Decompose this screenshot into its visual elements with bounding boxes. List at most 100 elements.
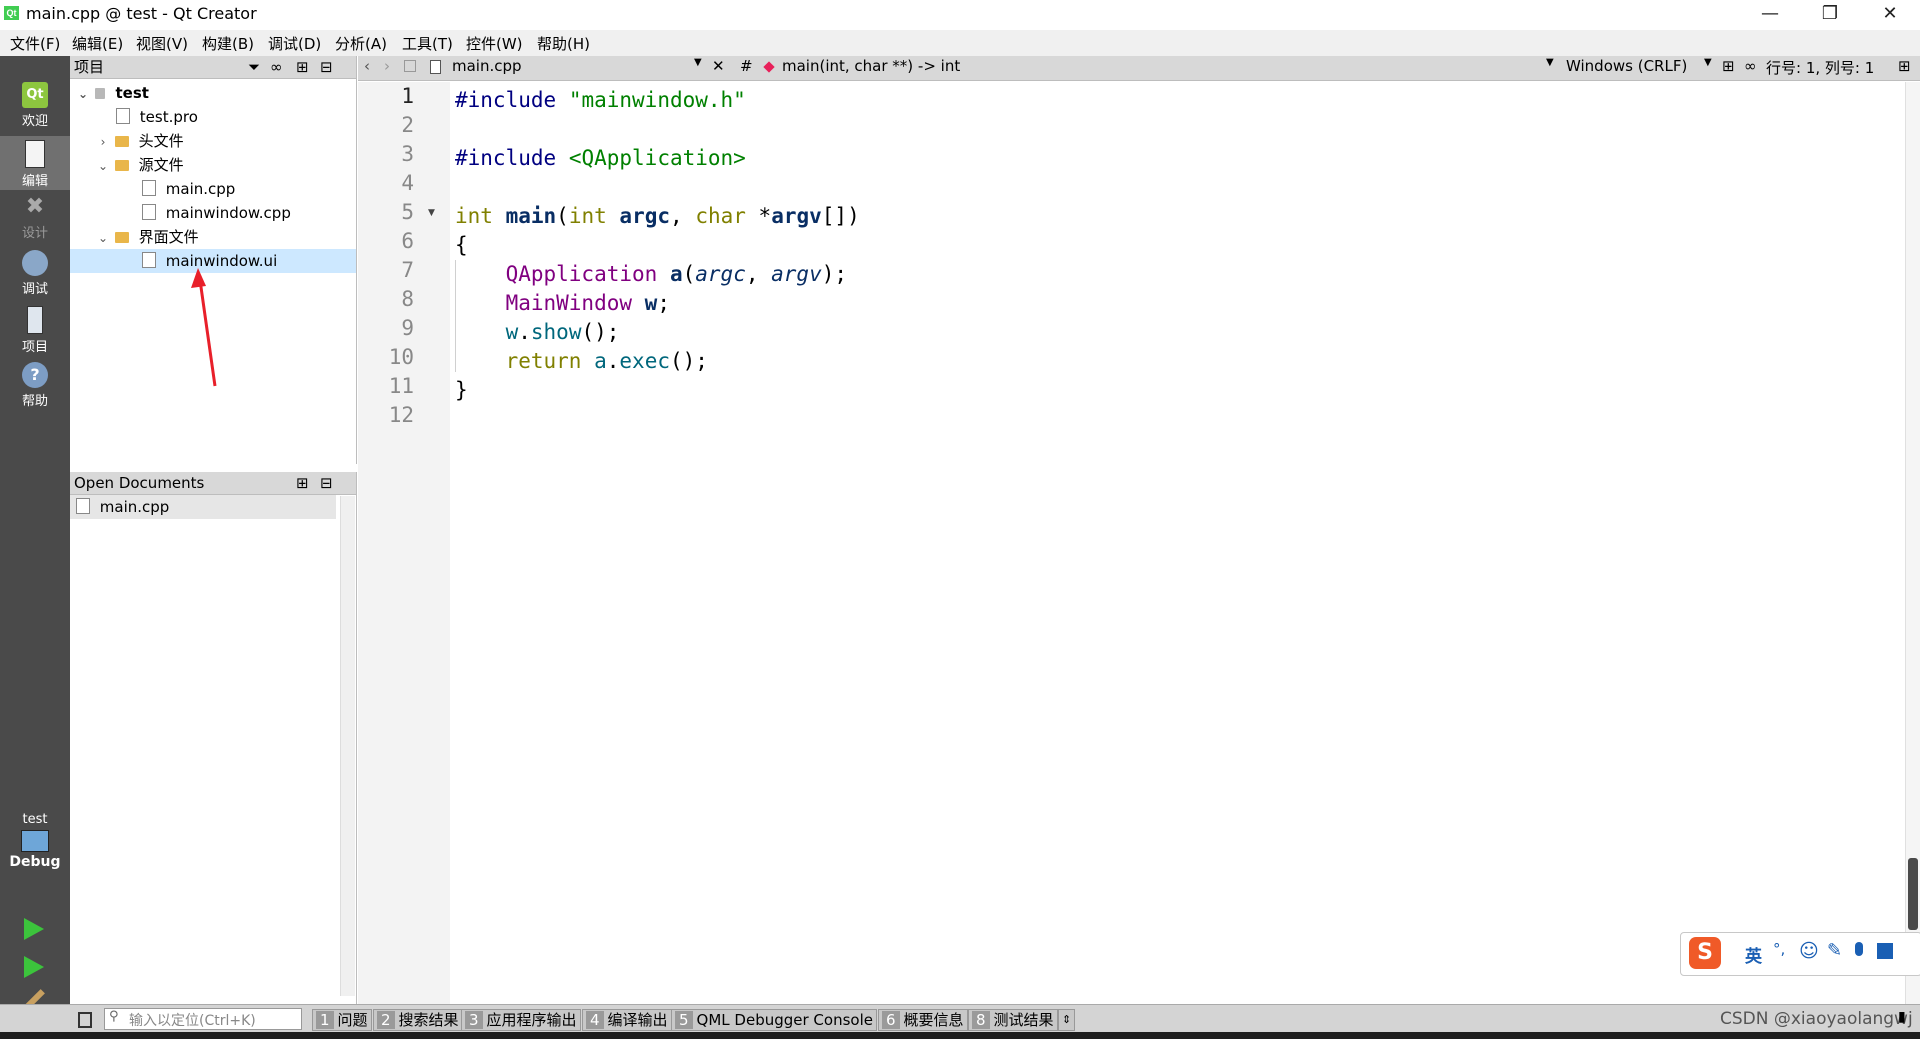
locator-input[interactable]: ⚲ 输入以定位(Ctrl+K) <box>104 1008 302 1030</box>
search-icon: ⚲ <box>109 1009 119 1024</box>
filter-icon[interactable]: ⏷ <box>248 56 260 78</box>
open-document-item[interactable]: main.cpp <box>70 495 336 519</box>
tree-label: mainwindow.cpp <box>165 204 291 222</box>
forward-arrow-icon[interactable]: › <box>384 57 390 75</box>
open-documents-header: Open Documents ⊞ ⊟ <box>70 472 356 495</box>
mode-projects[interactable]: 项目 <box>0 306 70 358</box>
menu-help[interactable]: 帮助(H) <box>537 33 590 54</box>
symbol-selector[interactable]: main(int, char **) -> int <box>782 57 960 75</box>
tree-item-file[interactable]: test.pro <box>70 105 356 129</box>
taskbar-strip <box>0 1032 1920 1039</box>
scrollbar[interactable] <box>340 496 355 996</box>
qt-logo-icon: Qt <box>22 82 48 108</box>
toolbox-icon[interactable] <box>1877 943 1893 959</box>
line-number: 3 <box>401 142 414 166</box>
output-tab-general-messages[interactable]: 6 概要信息 <box>878 1009 968 1031</box>
more-tabs-button[interactable]: ⇕ <box>1058 1009 1076 1031</box>
window-title: main.cpp @ test - Qt Creator <box>26 4 257 23</box>
status-bar: ⚲ 输入以定位(Ctrl+K) 1 问题 2 搜索结果 3 应用程序输出 4 编译输出 … <box>0 1004 1920 1033</box>
tree-item-project[interactable]: ⌄ test <box>70 81 356 105</box>
mode-welcome[interactable]: Qt 欢迎 <box>0 82 70 134</box>
chevron-down-icon[interactable]: ⌄ <box>96 226 110 250</box>
back-arrow-icon[interactable]: ‹ <box>364 57 370 75</box>
chevron-down-icon[interactable]: ▼ <box>1546 57 1554 68</box>
sogou-logo-icon[interactable]: S <box>1689 937 1721 969</box>
ime-punct-toggle[interactable]: °, <box>1773 940 1785 958</box>
tree-item-file[interactable]: main.cpp <box>70 177 356 201</box>
split-icon[interactable]: ⊞ <box>296 56 309 78</box>
menu-debug[interactable]: 调试(D) <box>268 33 321 54</box>
projects-pane-title: 项目 <box>74 58 105 76</box>
line-number: 10 <box>388 345 414 369</box>
ime-lang-toggle[interactable]: 英 <box>1745 942 1762 967</box>
edit-doc-icon <box>25 140 45 168</box>
tree-item-folder[interactable]: › 头文件 <box>70 129 356 153</box>
toggle-output-icon[interactable]: ▮ <box>1898 1009 1906 1025</box>
debug-bug-icon <box>22 250 48 276</box>
mode-help[interactable]: ? 帮助 <box>0 362 70 414</box>
tree-label: 头文件 <box>138 132 184 150</box>
code-line-3: #include <QApplication> <box>455 146 746 170</box>
output-tab-application-output[interactable]: 3 应用程序输出 <box>461 1009 581 1031</box>
line-ending-selector[interactable]: Windows (CRLF) <box>1566 57 1687 75</box>
output-tab-compile-output[interactable]: 4 编译输出 <box>582 1009 672 1031</box>
editor-file-tab[interactable]: main.cpp <box>452 57 522 75</box>
tree-label: 界面文件 <box>138 228 199 246</box>
restore-button[interactable]: ❐ <box>1800 0 1860 28</box>
code-line-11: } <box>455 378 468 402</box>
menu-build[interactable]: 构建(B) <box>202 33 254 54</box>
projects-pane-header: 项目 ⏷ ∞ ⊞ ⊟ <box>70 56 356 79</box>
close-button[interactable]: ✕ <box>1860 0 1920 28</box>
close-pane-icon[interactable]: ⊟ <box>320 472 333 494</box>
file-icon <box>430 60 441 74</box>
menu-tools[interactable]: 工具(T) <box>402 33 453 54</box>
mode-design[interactable]: ✖ 设计 <box>0 194 70 246</box>
mode-edit[interactable]: 编辑 <box>0 136 70 190</box>
output-tab-search-results[interactable]: 2 搜索结果 <box>373 1009 463 1031</box>
project-tree: ⌄ test test.pro › 头文件 ⌄ 源文件 main.cpp mai… <box>70 79 356 273</box>
link-icon[interactable]: ∞ <box>1744 57 1757 75</box>
output-tab-test-results[interactable]: 8 测试结果 <box>968 1009 1058 1031</box>
menu-edit[interactable]: 编辑(E) <box>72 33 123 54</box>
tree-item-folder[interactable]: ⌄ 源文件 <box>70 153 356 177</box>
annotation-arrow <box>191 268 217 387</box>
close-pane-icon[interactable]: ⊟ <box>320 56 333 78</box>
emoji-icon[interactable]: ☺ <box>1799 940 1819 962</box>
output-tab-issues[interactable]: 1 问题 <box>312 1009 372 1031</box>
tree-item-folder[interactable]: ⌄ 界面文件 <box>70 225 356 249</box>
menu-widgets[interactable]: 控件(W) <box>466 33 523 54</box>
editor-toolbar: ‹ › main.cpp ▼ ✕ # main(int, char **) ->… <box>358 56 1920 81</box>
chevron-down-icon[interactable]: ▼ <box>1704 57 1712 68</box>
tree-item-file[interactable]: mainwindow.cpp <box>70 201 356 225</box>
output-tab-qml-debugger-console[interactable]: 5 QML Debugger Console <box>671 1009 877 1031</box>
microphone-icon[interactable] <box>1855 942 1863 956</box>
fold-marker-icon[interactable]: ▼ <box>428 208 435 218</box>
close-document-icon[interactable]: ✕ <box>712 57 725 75</box>
chevron-down-icon[interactable]: ⌄ <box>76 82 90 106</box>
debug-run-icon[interactable] <box>24 956 44 978</box>
split-editor-icon[interactable]: ⊞ <box>1898 57 1911 75</box>
code-line-8: MainWindow w; <box>505 291 670 315</box>
kit-selector[interactable]: test Debug <box>0 812 70 892</box>
watermark-text: CSDN @xiaoyaolangwj <box>1720 1009 1913 1029</box>
split-icon[interactable]: ⊞ <box>296 472 309 494</box>
menu-analyze[interactable]: 分析(A) <box>335 33 387 54</box>
chevron-down-icon[interactable]: ▼ <box>694 57 702 68</box>
sync-link-icon[interactable]: ∞ <box>270 56 283 78</box>
scrollbar-handle[interactable] <box>1908 858 1918 930</box>
menu-file[interactable]: 文件(F) <box>10 33 60 54</box>
mode-debug[interactable]: 调试 <box>0 250 70 302</box>
chevron-down-icon[interactable]: ⌄ <box>96 154 110 178</box>
toggle-sidebar-icon[interactable] <box>78 1012 92 1028</box>
run-icon[interactable] <box>24 918 44 940</box>
minimize-button[interactable]: — <box>1740 0 1800 28</box>
lock-icon <box>404 60 416 72</box>
line-number: 11 <box>388 374 414 398</box>
chevron-right-icon[interactable]: › <box>96 130 110 154</box>
ui-file-icon <box>142 252 156 268</box>
pen-icon[interactable]: ✎ <box>1827 940 1842 961</box>
menu-view[interactable]: 视图(V) <box>136 33 188 54</box>
split-icon[interactable]: ⊞ <box>1722 57 1735 75</box>
kit-config: Debug <box>9 854 61 870</box>
line-number: 7 <box>401 258 414 282</box>
